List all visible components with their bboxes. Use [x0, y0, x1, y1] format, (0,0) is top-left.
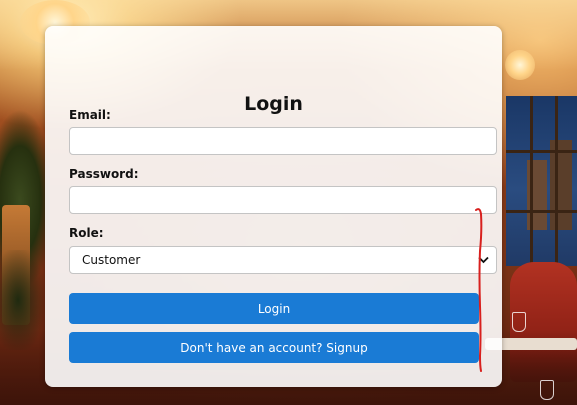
role-label: Role:	[69, 226, 104, 240]
window-bar	[506, 150, 577, 153]
ceiling-lamp	[505, 50, 535, 80]
chevron-down-icon	[477, 255, 489, 265]
password-field[interactable]	[69, 186, 497, 214]
signup-button[interactable]: Don't have an account? Signup	[69, 332, 479, 363]
window-bar	[506, 210, 577, 213]
wine-glass	[540, 380, 554, 400]
role-select[interactable]: Customer	[69, 246, 497, 274]
email-field[interactable]	[69, 127, 497, 155]
wine-glass	[512, 312, 526, 332]
password-label: Password:	[69, 167, 139, 181]
window-mullion	[530, 96, 533, 266]
window-mullion	[555, 96, 558, 266]
login-button[interactable]: Login	[69, 293, 479, 324]
login-card: Login Email: Password: Role: Customer Lo…	[45, 26, 502, 387]
login-title: Login	[244, 93, 303, 115]
email-label: Email:	[69, 108, 111, 122]
window-building	[550, 140, 572, 230]
role-selected-value: Customer	[82, 253, 141, 267]
